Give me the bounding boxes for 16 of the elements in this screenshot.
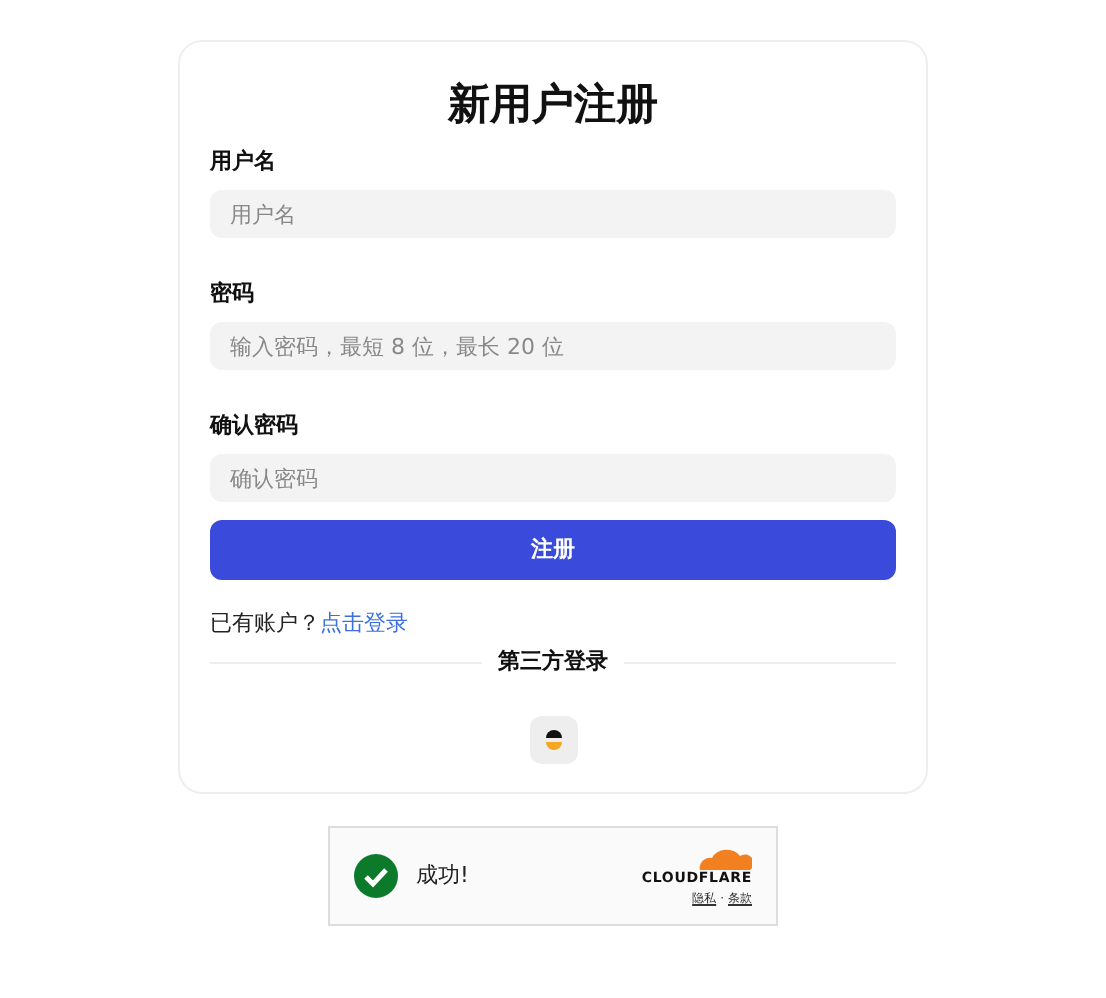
input-field[interactable]: 确认密码 xyxy=(210,454,896,502)
field-label: 用户名 xyxy=(210,146,276,178)
input-field[interactable]: 用户名 xyxy=(210,190,896,238)
login-link[interactable]: 点击登录 xyxy=(320,608,408,640)
input-field[interactable]: 输入密码，最短 8 位，最长 20 位 xyxy=(210,322,896,370)
login-prompt: 已有账户？ xyxy=(210,608,320,640)
field-label: 确认密码 xyxy=(210,410,298,442)
half-circle-icon xyxy=(543,730,563,750)
field-label: 密码 xyxy=(210,278,254,310)
captcha-status: 成功! xyxy=(416,859,469,892)
section-label: 第三方登录 xyxy=(498,646,608,678)
check-icon xyxy=(354,854,398,898)
third-party-login-button[interactable] xyxy=(529,716,577,764)
register-button[interactable]: 注册 xyxy=(210,520,896,580)
page-title: 新用户注册 xyxy=(448,78,658,132)
cloud-icon xyxy=(696,844,752,870)
